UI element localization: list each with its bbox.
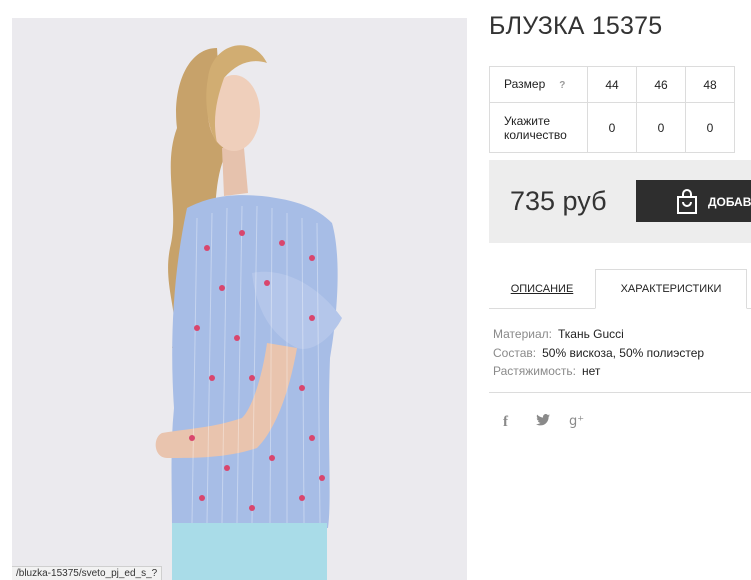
add-to-cart-button[interactable]: ДОБАВИ [636, 180, 751, 222]
spec-key: Растяжимость: [493, 364, 577, 378]
googleplus-icon[interactable]: g⁺ [569, 414, 602, 431]
quantity-label-line2: количество [504, 127, 567, 142]
divider [489, 392, 751, 393]
spec-value: 50% вискоза, 50% полиэстер [542, 345, 705, 360]
price-bar: 735 руб ДОБАВИ [489, 160, 751, 243]
size-option[interactable]: 44 [587, 66, 637, 103]
spec-row: Растяжимость: нет [493, 362, 704, 381]
product-photo[interactable]: /bluzka-15375/sveto_pj_ed_s_? [12, 18, 467, 580]
size-label-cell: Размер? [489, 66, 588, 103]
status-bar-url: /bluzka-15375/sveto_pj_ed_s_? [12, 566, 163, 580]
model-illustration [155, 45, 342, 580]
tab-characteristics[interactable]: ХАРАКТЕРИСТИКИ [595, 269, 747, 309]
social-share: f g⁺ [503, 414, 602, 431]
size-help-icon[interactable]: ? [559, 80, 565, 91]
add-to-cart-label: ДОБАВИ [708, 195, 751, 209]
size-label: Размер [504, 76, 546, 91]
product-price: 735 руб [510, 186, 607, 216]
size-option[interactable]: 46 [636, 66, 686, 103]
tab-description[interactable]: ОПИСАНИЕ [489, 269, 595, 309]
facebook-icon[interactable]: f [503, 414, 536, 431]
quantity-label-line1: Укажите [504, 113, 551, 128]
spec-value: нет [582, 364, 601, 378]
product-tabs: ОПИСАНИЕ ХАРАКТЕРИСТИКИ [489, 269, 751, 309]
quantity-input[interactable]: 0 [587, 102, 637, 153]
twitter-icon[interactable] [536, 414, 569, 431]
quantity-input[interactable]: 0 [685, 102, 735, 153]
quantity-input[interactable]: 0 [636, 102, 686, 153]
quantity-label-cell: Укажите количество [489, 102, 588, 153]
shopping-bag-icon [677, 189, 697, 214]
spec-key: Материал: [493, 327, 552, 341]
product-title: БЛУЗКА 15375 [489, 12, 663, 40]
specs-list: Материал: Ткань Gucci Состав: 50% вискоза,… [493, 325, 704, 381]
size-option[interactable]: 48 [685, 66, 735, 103]
spec-key: Состав: [493, 345, 537, 360]
spec-value: Ткань Gucci [557, 327, 624, 341]
size-table: Размер? 44 46 48 Укажите количество 0 0 … [489, 66, 735, 153]
spec-row: Материал: Ткань Gucci [493, 325, 704, 344]
spec-row: Состав: 50% вискоза, 50% полиэстер [493, 344, 704, 363]
